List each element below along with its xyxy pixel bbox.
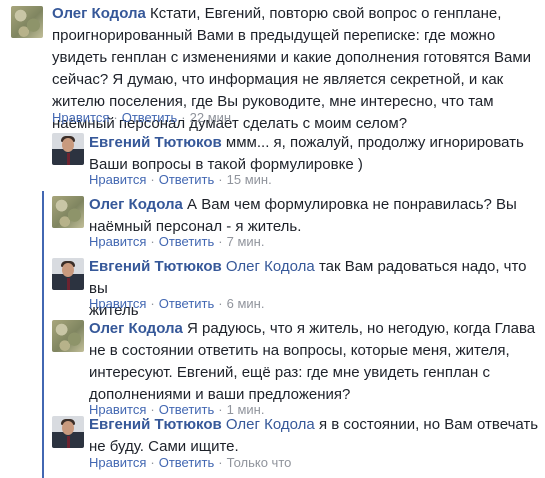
comment-body: Евгений Тютюков ммм... я, пожалуй, продо… — [89, 132, 539, 176]
comment-text-line: Я радуюсь, что я житель, но негодую, ког… — [187, 320, 536, 337]
avatar[interactable] — [52, 258, 84, 290]
avatar[interactable] — [52, 133, 84, 165]
reply-link[interactable]: Ответить — [159, 172, 215, 187]
mention-link[interactable]: Олег Кодола — [226, 258, 315, 275]
like-link[interactable]: Нравится — [89, 172, 146, 187]
avatar[interactable] — [52, 416, 84, 448]
author-name[interactable]: Евгений Тютюков — [89, 134, 222, 151]
timestamp[interactable]: 7 мин. — [227, 234, 265, 249]
comment-actions: Нравится · Ответить · 22 мин. — [52, 110, 235, 125]
reply-thread-line — [42, 191, 44, 478]
comment-text-line: проигнорированный Вами в предыдущей пере… — [52, 27, 496, 44]
comment-actions: Нравится · Ответить · 6 мин. — [89, 296, 265, 311]
comment-text-line: интересуют. Евгений, ещё раз: где мне ув… — [89, 364, 491, 381]
comment-actions: Нравится · Ответить · 15 мин. — [89, 172, 272, 187]
like-link[interactable]: Нравится — [89, 455, 146, 470]
author-name[interactable]: Олег Кодола — [89, 196, 183, 213]
timestamp[interactable]: 15 мин. — [227, 172, 272, 187]
reply-link[interactable]: Ответить — [122, 110, 178, 125]
comment-text-line: ммм... я, пожалуй, продолжу игнорировать — [225, 134, 524, 151]
author-name[interactable]: Олег Кодола — [89, 320, 183, 337]
timestamp[interactable]: 22 мин. — [190, 110, 235, 125]
reply-link[interactable]: Ответить — [159, 455, 215, 470]
comment-body: Олег Кодола А Вам чем формулировка не по… — [89, 194, 539, 238]
comment-text-line: я в состоянии, но Вам отвечать — [318, 416, 539, 433]
author-name[interactable]: Евгений Тютюков — [89, 416, 222, 433]
comment-body: Олег Кодола Я радуюсь, что я житель, но … — [89, 318, 539, 406]
author-name[interactable]: Олег Кодола — [52, 5, 146, 22]
timestamp[interactable]: 6 мин. — [227, 296, 265, 311]
reply-link[interactable]: Ответить — [159, 296, 215, 311]
mention-link[interactable]: Олег Кодола — [226, 416, 315, 433]
comment-body: Евгений Тютюков Олег Кодола так Вам радо… — [89, 256, 539, 322]
comment-text-line: увидеть генплан с изменениями и какие до… — [52, 49, 532, 66]
comment-actions: Нравится · Ответить · Только что — [89, 455, 292, 470]
like-link[interactable]: Нравится — [89, 234, 146, 249]
comment-text-line: А Вам чем формулировка не понравилась? В… — [187, 196, 517, 213]
avatar[interactable] — [52, 320, 84, 352]
comment-text-line: сейчас? Я думаю, что информация не являе… — [52, 71, 504, 88]
reply-link[interactable]: Ответить — [159, 234, 215, 249]
comment-text-line: не в состоянии ответить на вопросы, кото… — [89, 342, 510, 359]
comment-text-line: Кстати, Евгений, повторю свой вопрос о г… — [150, 5, 502, 22]
author-name[interactable]: Евгений Тютюков — [89, 258, 222, 275]
like-link[interactable]: Нравится — [52, 110, 109, 125]
comment-body: Евгений Тютюков Олег Кодола я в состояни… — [89, 414, 539, 458]
like-link[interactable]: Нравится — [89, 296, 146, 311]
avatar[interactable] — [52, 196, 84, 228]
comment-actions: Нравится · Ответить · 7 мин. — [89, 234, 265, 249]
timestamp[interactable]: Только что — [227, 455, 292, 470]
avatar[interactable] — [11, 6, 43, 38]
